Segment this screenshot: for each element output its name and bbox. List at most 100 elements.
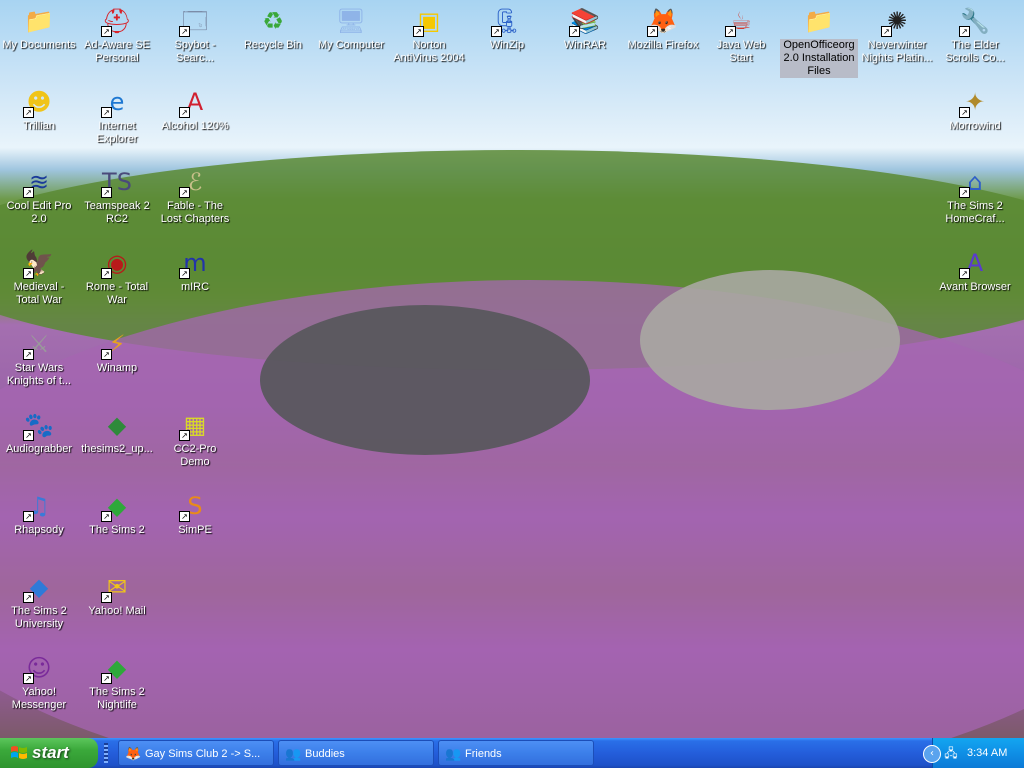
taskbar-button-label: Buddies [305, 748, 345, 760]
desktop-icon[interactable]: ⚡ ↗ Winamp [78, 328, 156, 375]
desktop-icon[interactable]: 🗔 ↗ Spybot - Searc... [156, 5, 234, 65]
desktop-icon-label: WinZip [489, 39, 525, 51]
shortcut-arrow-icon: ↗ [101, 673, 112, 684]
desktop-icon-label: SimPE [178, 524, 212, 536]
shortcut-arrow-icon: ↗ [413, 26, 424, 37]
desktop-icon[interactable]: 🐾 ↗ Audiograbber [0, 409, 78, 456]
desktop-icon[interactable]: ℰ ↗ Fable - The Lost Chapters [156, 166, 234, 226]
shortcut-arrow-icon: ↗ [23, 592, 34, 603]
app-icon: 📁 [24, 7, 54, 35]
desktop-icon[interactable]: ◆ ↗ The Sims 2 [78, 490, 156, 537]
clock[interactable]: 3:34 AM [967, 738, 1007, 768]
desktop-icon[interactable]: A ↗ Avant Browser [936, 247, 1014, 294]
app-icon: A ↗ [959, 247, 991, 279]
desktop-icon[interactable]: ◆ ↗ The Sims 2 Nightlife [78, 652, 156, 712]
desktop-icon[interactable]: ✉ ↗ Yahoo! Mail [78, 571, 156, 618]
shortcut-arrow-icon: ↗ [725, 26, 736, 37]
desktop-icon[interactable]: S ↗ SimPE [156, 490, 234, 537]
desktop-icon-label: My Documents [2, 39, 76, 51]
desktop-icon-label: mIRC [180, 281, 210, 293]
desktop-icon[interactable]: ◆ thesims2_up... [78, 409, 156, 456]
shortcut-arrow-icon: ↗ [23, 349, 34, 360]
desktop-icon-label: Avant Browser [939, 281, 1011, 293]
desktop-icon[interactable]: ⌂ ↗ The Sims 2 HomeCraf... [936, 166, 1014, 226]
desktop-icon-label: The Sims 2 HomeCraf... [945, 200, 1005, 225]
app-icon: ℰ ↗ [179, 166, 211, 198]
desktop-icon-label: Rhapsody [14, 524, 64, 536]
shortcut-arrow-icon: ↗ [569, 26, 580, 37]
desktop-icon[interactable]: ☕ ↗ Java Web Start [702, 5, 780, 65]
friends-icon: 👥 [445, 746, 462, 761]
desktop-icon[interactable]: ▦ ↗ CC2-Pro Demo [156, 409, 234, 469]
shortcut-arrow-icon: ↗ [959, 187, 970, 198]
taskbar-button-buddies[interactable]: 👥 Buddies [278, 740, 434, 766]
desktop-icon[interactable]: ♫ ↗ Rhapsody [0, 490, 78, 537]
app-icon: ◉ ↗ [101, 247, 133, 279]
desktop-icon[interactable]: ≋ ↗ Cool Edit Pro 2.0 [0, 166, 78, 226]
desktop-icon-label: Neverwinter Nights Platin... [861, 39, 933, 64]
desktop-icon-label: Rome - Total War [85, 281, 149, 306]
desktop-icon[interactable]: 🦅 ↗ Medieval - Total War [0, 247, 78, 307]
desktop-icon[interactable]: ⚔ ↗ Star Wars Knights of t... [0, 328, 78, 388]
desktop-icon[interactable]: 🖥 My Computer [312, 5, 390, 52]
desktop-icon[interactable]: ▣ ↗ Norton AntiVirus 2004 [390, 5, 468, 65]
shortcut-arrow-icon: ↗ [881, 26, 892, 37]
desktop-icon[interactable]: TS ↗ Teamspeak 2 RC2 [78, 166, 156, 226]
app-icon: 📚 ↗ [569, 7, 600, 37]
start-button[interactable]: start [0, 738, 98, 768]
desktop-icon[interactable]: ◆ ↗ The Sims 2 University [0, 571, 78, 631]
desktop-icon-label: Morrowind [949, 120, 1001, 132]
app-icon: ⌂ ↗ [959, 166, 991, 198]
network-icon[interactable]: 🖧 [943, 745, 959, 761]
taskbar-button-friends[interactable]: 👥 Friends [438, 740, 594, 766]
app-icon: ◆ ↗ [101, 490, 133, 522]
desktop-icon-label: Teamspeak 2 RC2 [84, 200, 150, 225]
desktop-icon-label: Internet Explorer [96, 120, 138, 145]
desktop-icon-label: Cool Edit Pro 2.0 [6, 200, 72, 225]
desktop-icon[interactable]: 📁 My Documents [0, 5, 78, 52]
shortcut-arrow-icon: ↗ [959, 268, 970, 279]
desktop-icon[interactable]: 📚 ↗ WinRAR [546, 5, 624, 52]
app-icon: ♻ [262, 7, 284, 35]
desktop-icon-label: Mozilla Firefox [627, 39, 699, 51]
desktop-icon-label: The Sims 2 [89, 524, 145, 536]
desktop-icon[interactable]: ✺ ↗ Neverwinter Nights Platin... [858, 5, 936, 65]
desktop-icon[interactable]: ⛑ ↗ Ad-Aware SE Personal [78, 5, 156, 65]
start-label: start [32, 743, 69, 762]
desktop-icon[interactable]: ✦ ↗ Morrowind [936, 86, 1014, 133]
desktop-icon[interactable]: ♻ Recycle Bin [234, 5, 312, 52]
desktop-icon-label: Medieval - Total War [13, 281, 65, 306]
app-icon: 🦅 ↗ [23, 249, 54, 279]
app-icon: e ↗ [101, 86, 133, 118]
buddies-icon: 👥 [285, 746, 302, 761]
shortcut-arrow-icon: ↗ [101, 592, 112, 603]
shortcut-arrow-icon: ↗ [101, 187, 112, 198]
taskbar-button-label: Gay Sims Club 2 -> S... [145, 748, 261, 760]
desktop-icon[interactable]: 📁 OpenOfficeorg 2.0 Installation Files [780, 5, 858, 78]
app-icon: ◆ ↗ [23, 571, 55, 603]
desktop-icon[interactable]: ☺ ↗ Yahoo! Messenger [0, 652, 78, 712]
desktop-icon[interactable]: 🦊 ↗ Mozilla Firefox [624, 5, 702, 52]
app-icon: A ↗ [179, 86, 211, 118]
taskbar: start 🦊 Gay Sims Club 2 -> S... 👥 Buddie… [0, 738, 1024, 768]
taskbar-button-firefox[interactable]: 🦊 Gay Sims Club 2 -> S... [118, 740, 274, 766]
desktop-icon[interactable]: A ↗ Alcohol 120% [156, 86, 234, 133]
desktop-icon[interactable]: e ↗ Internet Explorer [78, 86, 156, 146]
desktop-icon[interactable]: 🗜 ↗ WinZip [468, 5, 546, 52]
desktop[interactable]: 📁 My Documents ⛑ ↗ Ad-Aware SE Personal 🗔 ↗ Spy… [0, 0, 1024, 738]
app-icon: ☺ ↗ [23, 652, 55, 684]
shortcut-arrow-icon: ↗ [179, 107, 190, 118]
desktop-icon-label: Winamp [96, 362, 138, 374]
desktop-icon[interactable]: m ↗ mIRC [156, 247, 234, 294]
desktop-icon[interactable]: ◉ ↗ Rome - Total War [78, 247, 156, 307]
app-icon: ⛑ ↗ [101, 7, 133, 37]
desktop-icon[interactable]: 🔧 ↗ The Elder Scrolls Co... [936, 5, 1014, 65]
desktop-icon-label: Ad-Aware SE Personal [84, 39, 150, 64]
chevron-left-icon[interactable]: ‹ [923, 745, 941, 763]
desktop-icon[interactable]: ☻ ↗ Trillian [0, 86, 78, 133]
shortcut-arrow-icon: ↗ [101, 268, 112, 279]
shortcut-arrow-icon: ↗ [101, 107, 112, 118]
taskbar-grip[interactable] [104, 743, 108, 763]
desktop-icon-label: The Sims 2 University [11, 605, 67, 630]
shortcut-arrow-icon: ↗ [179, 511, 190, 522]
